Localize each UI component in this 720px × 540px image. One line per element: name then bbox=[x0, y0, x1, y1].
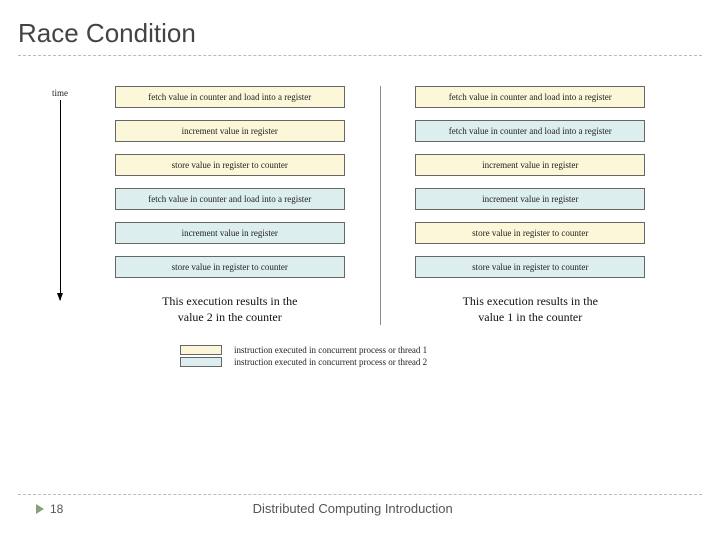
footer-title: Distributed Computing Introduction bbox=[3, 501, 702, 516]
caption-line: This execution results in the bbox=[162, 294, 297, 308]
legend-text: instruction executed in concurrent proce… bbox=[234, 345, 427, 355]
step: store value in register to counter bbox=[415, 256, 645, 278]
legend-row: instruction executed in concurrent proce… bbox=[180, 345, 427, 355]
time-arrow bbox=[60, 100, 61, 300]
caption-line: This execution results in the bbox=[463, 294, 598, 308]
left-column: fetch value in counter and load into a r… bbox=[80, 86, 380, 325]
step: store value in register to counter bbox=[415, 222, 645, 244]
legend: instruction executed in concurrent proce… bbox=[180, 345, 720, 367]
slide-title: Race Condition bbox=[0, 0, 720, 55]
step: increment value in register bbox=[415, 188, 645, 210]
right-caption: This execution results in the value 1 in… bbox=[463, 294, 598, 325]
legend-text: instruction executed in concurrent proce… bbox=[234, 357, 427, 367]
legend-row: instruction executed in concurrent proce… bbox=[180, 357, 427, 367]
content-area: time fetch value in counter and load int… bbox=[0, 56, 720, 325]
step: store value in register to counter bbox=[115, 256, 345, 278]
caption-line: value 1 in the counter bbox=[478, 310, 582, 324]
footer-row: 18 Distributed Computing Introduction bbox=[18, 501, 702, 516]
time-label: time bbox=[52, 88, 68, 98]
footer-divider bbox=[18, 494, 702, 495]
left-caption: This execution results in the value 2 in… bbox=[162, 294, 297, 325]
legend-swatch-thread1 bbox=[180, 345, 222, 355]
step: fetch value in counter and load into a r… bbox=[115, 188, 345, 210]
time-axis: time bbox=[40, 86, 80, 300]
footer: 18 Distributed Computing Introduction bbox=[0, 494, 720, 516]
step: increment value in register bbox=[115, 120, 345, 142]
step: increment value in register bbox=[115, 222, 345, 244]
step: store value in register to counter bbox=[115, 154, 345, 176]
step: fetch value in counter and load into a r… bbox=[415, 86, 645, 108]
step: fetch value in counter and load into a r… bbox=[415, 120, 645, 142]
columns: fetch value in counter and load into a r… bbox=[80, 86, 680, 325]
step: increment value in register bbox=[415, 154, 645, 176]
caption-line: value 2 in the counter bbox=[178, 310, 282, 324]
step: fetch value in counter and load into a r… bbox=[115, 86, 345, 108]
legend-swatch-thread2 bbox=[180, 357, 222, 367]
right-column: fetch value in counter and load into a r… bbox=[381, 86, 681, 325]
